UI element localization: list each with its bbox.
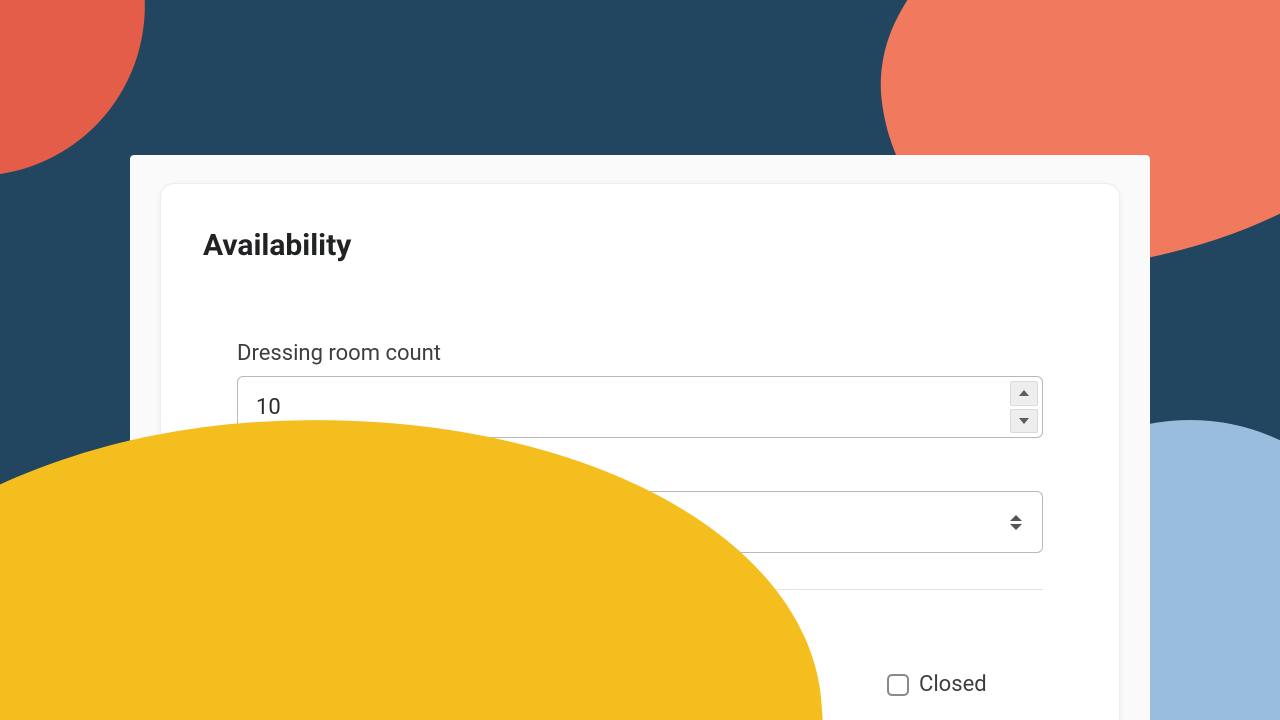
- closed-checkbox-wrap[interactable]: Closed: [887, 672, 987, 697]
- dressing-room-count-value: 10: [256, 395, 1042, 420]
- caret-down-icon: [1019, 418, 1029, 424]
- closed-checkbox[interactable]: [887, 674, 909, 696]
- number-stepper: [1010, 381, 1038, 433]
- select-caret-icon: [1010, 512, 1024, 532]
- stepper-down-button[interactable]: [1010, 409, 1038, 434]
- caret-up-icon: [1019, 390, 1029, 396]
- stepper-up-button[interactable]: [1010, 381, 1038, 406]
- promo-stage: Availability Dressing room count 10 Appo…: [0, 0, 1280, 720]
- card-title: Availability: [203, 228, 1077, 263]
- dressing-room-count-label: Dressing room count: [237, 341, 1043, 366]
- closed-label: Closed: [919, 672, 987, 697]
